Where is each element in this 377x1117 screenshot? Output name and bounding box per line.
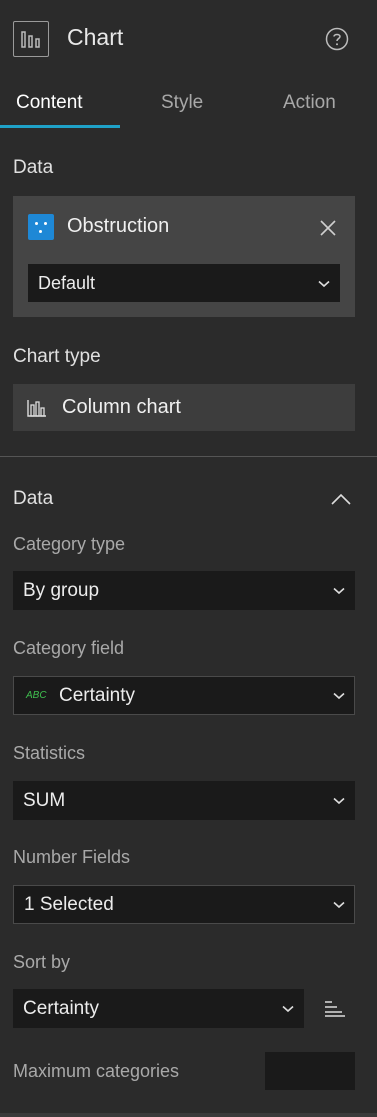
- data-panel-label: Data: [13, 488, 54, 509]
- sort-descending-icon[interactable]: [324, 1000, 346, 1023]
- chevron-down-icon: [333, 901, 345, 909]
- active-tab-indicator: [0, 125, 120, 128]
- category-field-value: Certainty: [59, 685, 136, 706]
- category-type-label: Category type: [13, 534, 126, 554]
- category-field-label: Category field: [13, 638, 125, 658]
- point-layer-icon: [28, 214, 54, 240]
- chevron-down-icon: [333, 797, 345, 805]
- chart-widget-icon: [13, 21, 49, 57]
- section-divider: [0, 456, 377, 457]
- chart-type-label: Chart type: [13, 346, 101, 367]
- tab-style[interactable]: Style: [161, 92, 203, 114]
- chart-type-button[interactable]: Column chart: [13, 384, 355, 431]
- sort-by-value: Certainty: [23, 997, 100, 1019]
- category-type-value: By group: [23, 579, 100, 601]
- sort-by-select[interactable]: Certainty: [13, 989, 304, 1028]
- number-fields-select[interactable]: 1 Selected: [13, 885, 355, 924]
- panel-title: Chart: [67, 24, 124, 50]
- datasource-name: Obstruction: [67, 215, 170, 237]
- panel-bottom-edge: [0, 1113, 377, 1117]
- category-field-select[interactable]: ABC Certainty: [13, 676, 355, 715]
- number-fields-value: 1 Selected: [24, 893, 114, 915]
- chart-type-value: Column chart: [62, 396, 181, 418]
- tab-action[interactable]: Action: [283, 92, 336, 114]
- view-select[interactable]: Default: [28, 264, 340, 302]
- chevron-down-icon: [318, 280, 330, 288]
- max-categories-label: Maximum categories: [13, 1061, 180, 1081]
- tab-content[interactable]: Content: [16, 92, 83, 114]
- sort-by-label: Sort by: [13, 952, 71, 972]
- chevron-down-icon: [282, 1005, 294, 1013]
- chevron-down-icon: [333, 692, 345, 700]
- column-chart-icon: [27, 400, 46, 417]
- statistics-select[interactable]: SUM: [13, 781, 355, 820]
- chevron-up-icon[interactable]: [331, 492, 351, 510]
- number-fields-label: Number Fields: [13, 847, 131, 867]
- statistics-label: Statistics: [13, 743, 86, 763]
- string-field-type-icon: ABC: [26, 690, 47, 701]
- category-type-select[interactable]: By group: [13, 571, 355, 610]
- max-categories-input[interactable]: [265, 1052, 355, 1090]
- statistics-value: SUM: [23, 789, 66, 811]
- view-select-value: Default: [38, 272, 96, 293]
- data-section-label: Data: [13, 157, 54, 178]
- chevron-down-icon: [333, 587, 345, 595]
- help-icon[interactable]: [325, 27, 349, 51]
- close-icon[interactable]: [318, 218, 338, 238]
